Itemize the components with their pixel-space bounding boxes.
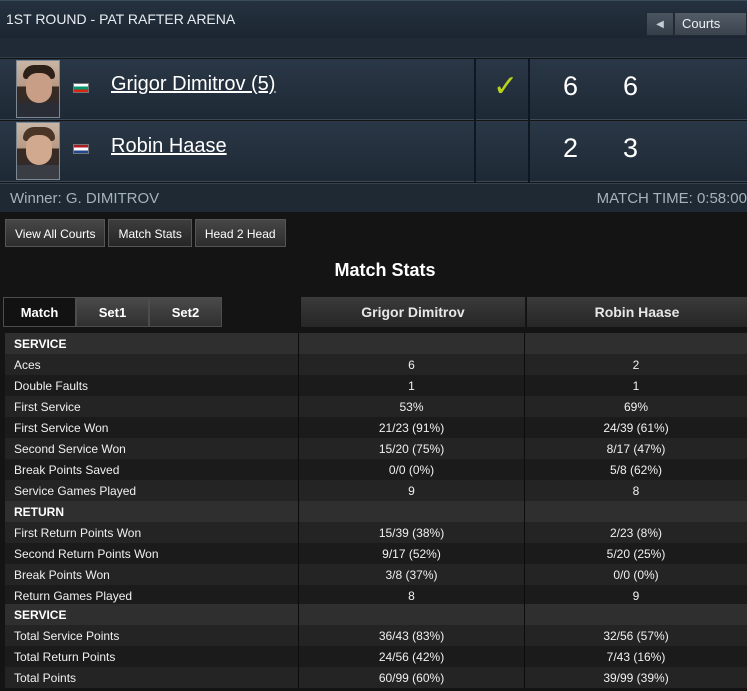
player-2-stat-value: 39/99 (39%) (603, 671, 669, 685)
divider (474, 59, 476, 120)
set-tabs: Match Set1 Set2 (3, 297, 222, 327)
section-header-row: SERVICE (5, 604, 747, 625)
player-2-stat-value: 24/39 (61%) (603, 421, 669, 435)
player-1-stat-value: 60/99 (60%) (378, 671, 445, 685)
player-2-stat-value: 1 (632, 379, 640, 393)
player-1-stat-value: 15/39 (38%) (378, 526, 445, 540)
player-2-stat-value: 8 (632, 484, 640, 498)
view-tabs: View All Courts Match Stats Head 2 Head (5, 219, 286, 248)
player-2-stat-value: 5/8 (62%) (609, 463, 663, 477)
player-2-stat-value: 0/0 (0%) (613, 568, 659, 582)
section-header-row: SERVICE (5, 333, 747, 354)
section-label: SERVICE (14, 608, 67, 622)
stat-label: Break Points Won (14, 568, 110, 582)
player-1-stat-value: 8 (408, 589, 415, 603)
stat-row: First Service 53% 69% (5, 396, 747, 417)
player-2-set-1-score: 2 (563, 133, 579, 163)
stat-row: Break Points Won 3/8 (37%) 0/0 (0%) (5, 564, 747, 585)
stat-label: First Service Won (14, 421, 109, 435)
stat-row: Break Points Saved 0/0 (0%) 5/8 (62%) (5, 459, 747, 480)
player-row-2: Robin Haase 2 3 (0, 121, 747, 182)
stat-label: Double Faults (14, 379, 89, 393)
stat-row: Total Points 60/99 (60%) 39/99 (39%) (5, 667, 747, 688)
round-title: 1ST ROUND - PAT RAFTER ARENA (6, 11, 236, 27)
stat-label: Total Points (14, 671, 77, 685)
top-bar: 1ST ROUND - PAT RAFTER ARENA ◀ Courts (0, 0, 747, 38)
player-1-set-2-score: 6 (623, 71, 639, 101)
stat-label: Second Service Won (14, 442, 126, 456)
divider (528, 59, 530, 120)
stat-row: Total Service Points 36/43 (83%) 32/56 (57… (5, 625, 747, 646)
column-header-player-2: Robin Haase (526, 297, 747, 327)
bulgaria-flag-icon (73, 83, 89, 93)
player-2-stat-value: 69% (623, 400, 649, 414)
player-2-stat-value: 5/20 (25%) (606, 547, 666, 561)
stat-label: First Return Points Won (14, 526, 142, 540)
stat-row: Total Return Points 24/56 (42%) 7/43 (16%) (5, 646, 747, 667)
stat-label: Total Service Points (14, 629, 120, 643)
stat-label: Second Return Points Won (14, 547, 159, 561)
stat-label: Service Games Played (14, 484, 137, 498)
courts-button[interactable]: Courts (674, 12, 747, 36)
stat-row: Second Service Won 15/20 (75%) 8/17 (47%) (5, 438, 747, 459)
stat-row: Return Games Played 8 9 (5, 585, 747, 604)
stat-label: Break Points Saved (14, 463, 120, 477)
divider (528, 121, 530, 182)
stat-row: Second Return Points Won 9/17 (52%) 5/20 (… (5, 543, 747, 564)
divider (474, 121, 476, 182)
section-label: RETURN (14, 505, 64, 519)
player-2-avatar (16, 122, 60, 180)
player-1-stat-value: 53% (399, 400, 424, 414)
player-1-stat-value: 15/20 (75%) (378, 442, 445, 456)
player-2-stat-value: 2/23 (8%) (609, 526, 663, 540)
player-1-stat-value: 3/8 (37%) (385, 568, 438, 582)
header-subbar (0, 38, 747, 58)
set-tab-match[interactable]: Match (3, 297, 76, 327)
stats-title: Match Stats (334, 260, 436, 280)
tab-view-all-courts[interactable]: View All Courts (5, 219, 106, 247)
winner-check-icon: ✓ (493, 70, 519, 103)
stat-label: Aces (14, 358, 41, 372)
player-1-stat-value: 1 (408, 379, 415, 393)
player-2-set-2-score: 3 (623, 133, 639, 163)
chevron-left-icon[interactable]: ◀ (646, 12, 674, 36)
player-1-stat-value: 9/17 (52%) (382, 547, 441, 561)
player-1-set-1-score: 6 (563, 71, 579, 101)
stat-row: Service Games Played 9 8 (5, 480, 747, 501)
set-tab-set2[interactable]: Set2 (149, 297, 222, 327)
stat-row: First Service Won 21/23 (91%) 24/39 (61%) (5, 417, 747, 438)
stat-label: First Service (14, 400, 81, 414)
player-row-1: Grigor Dimitrov (5) ✓ 6 6 (0, 59, 747, 120)
player-1-stat-value: 21/23 (91%) (378, 421, 445, 435)
player-2-stat-value: 7/43 (16%) (606, 650, 666, 664)
result-bar: Winner: G. DIMITROV MATCH TIME: 0:58:00 (0, 183, 747, 212)
section-label: SERVICE (14, 337, 67, 351)
column-header-player-1: Grigor Dimitrov (300, 297, 525, 327)
player-2-name-link[interactable]: Robin Haase (111, 135, 227, 158)
stat-row: First Return Points Won 15/39 (38%) 2/23 (… (5, 522, 747, 543)
player-1-stat-value: 9 (408, 484, 415, 498)
player-2-stat-value: 8/17 (47%) (606, 442, 666, 456)
stat-label: Return Games Played (14, 589, 133, 603)
stat-row: Aces 6 2 (5, 354, 747, 375)
player-2-stat-value: 2 (632, 358, 640, 372)
stat-row: Double Faults 1 1 (5, 375, 747, 396)
player-2-stat-value: 32/56 (57%) (603, 629, 669, 643)
stat-label: Total Return Points (14, 650, 116, 664)
courts-nav: ◀ Courts (646, 12, 747, 36)
winner-text: Winner: G. DIMITROV (10, 190, 160, 207)
netherlands-flag-icon (73, 144, 89, 154)
player-1-stat-value: 24/56 (42%) (378, 650, 445, 664)
section-header-row: RETURN (5, 501, 747, 522)
tab-match-stats[interactable]: Match Stats (108, 219, 192, 247)
match-time: MATCH TIME: 0:58:00 (596, 190, 747, 207)
player-1-stat-value: 0/0 (0%) (388, 463, 435, 477)
player-1-avatar (16, 60, 60, 118)
player-1-stat-value: 36/43 (83%) (378, 629, 445, 643)
player-2-stat-value: 9 (632, 589, 640, 603)
tab-head-2-head[interactable]: Head 2 Head (194, 219, 286, 247)
player-1-stat-value: 6 (408, 358, 415, 372)
player-1-name-link[interactable]: Grigor Dimitrov (5) (111, 73, 275, 96)
set-tab-set1[interactable]: Set1 (76, 297, 149, 327)
